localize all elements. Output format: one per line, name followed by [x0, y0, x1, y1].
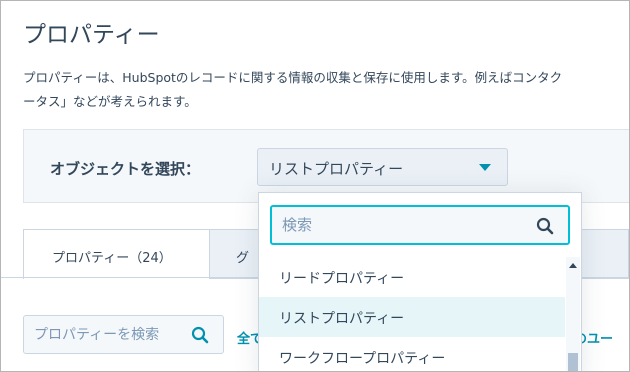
dropdown-option-label: リードプロパティー: [279, 271, 405, 287]
app-window: プロパティー プロパティーは、HubSpotのレコードに関する情報の収集と保存に…: [0, 0, 630, 372]
object-select-value: リストプロパティー: [269, 160, 404, 178]
object-dropdown-menu: リードプロパティー リストプロパティー ワークフロープロパティー: [258, 192, 582, 371]
object-selector-label: オブジェクトを選択：: [50, 160, 201, 178]
tab-properties-label: プロパティー（24）: [52, 251, 172, 266]
page-title: プロパティー: [23, 22, 160, 48]
tab-groups-label: グ: [236, 251, 250, 266]
scrollbar-thumb[interactable]: [568, 353, 578, 371]
object-select-dropdown[interactable]: リストプロパティー: [257, 148, 508, 186]
page-description: プロパティーは、HubSpotのレコードに関する情報の収集と保存に使用します。例…: [23, 66, 562, 114]
scroll-up-arrow-icon[interactable]: [569, 263, 577, 268]
property-search-input[interactable]: [24, 316, 184, 353]
dropdown-option-list-properties[interactable]: リストプロパティー: [259, 297, 565, 337]
description-line-1: プロパティーは、HubSpotのレコードに関する情報の収集と保存に使用します。例…: [23, 70, 563, 85]
dropdown-option-lead-properties[interactable]: リードプロパティー: [259, 257, 565, 297]
dropdown-search-box: [270, 205, 570, 245]
search-icon: [536, 217, 554, 239]
property-search-box: [23, 315, 224, 354]
description-line-2: ータス」などが考えられます。: [23, 94, 197, 109]
dropdown-option-label: リストプロパティー: [279, 311, 405, 327]
search-icon[interactable]: [191, 326, 209, 348]
tab-properties[interactable]: プロパティー（24）: [23, 229, 210, 279]
dropdown-option-workflow-properties[interactable]: ワークフロープロパティー: [259, 337, 565, 371]
caret-down-icon: [479, 164, 491, 171]
dropdown-option-label: ワークフロープロパティー: [279, 351, 446, 367]
dropdown-search-input[interactable]: [272, 207, 527, 243]
dropdown-scrollbar[interactable]: [566, 257, 580, 371]
